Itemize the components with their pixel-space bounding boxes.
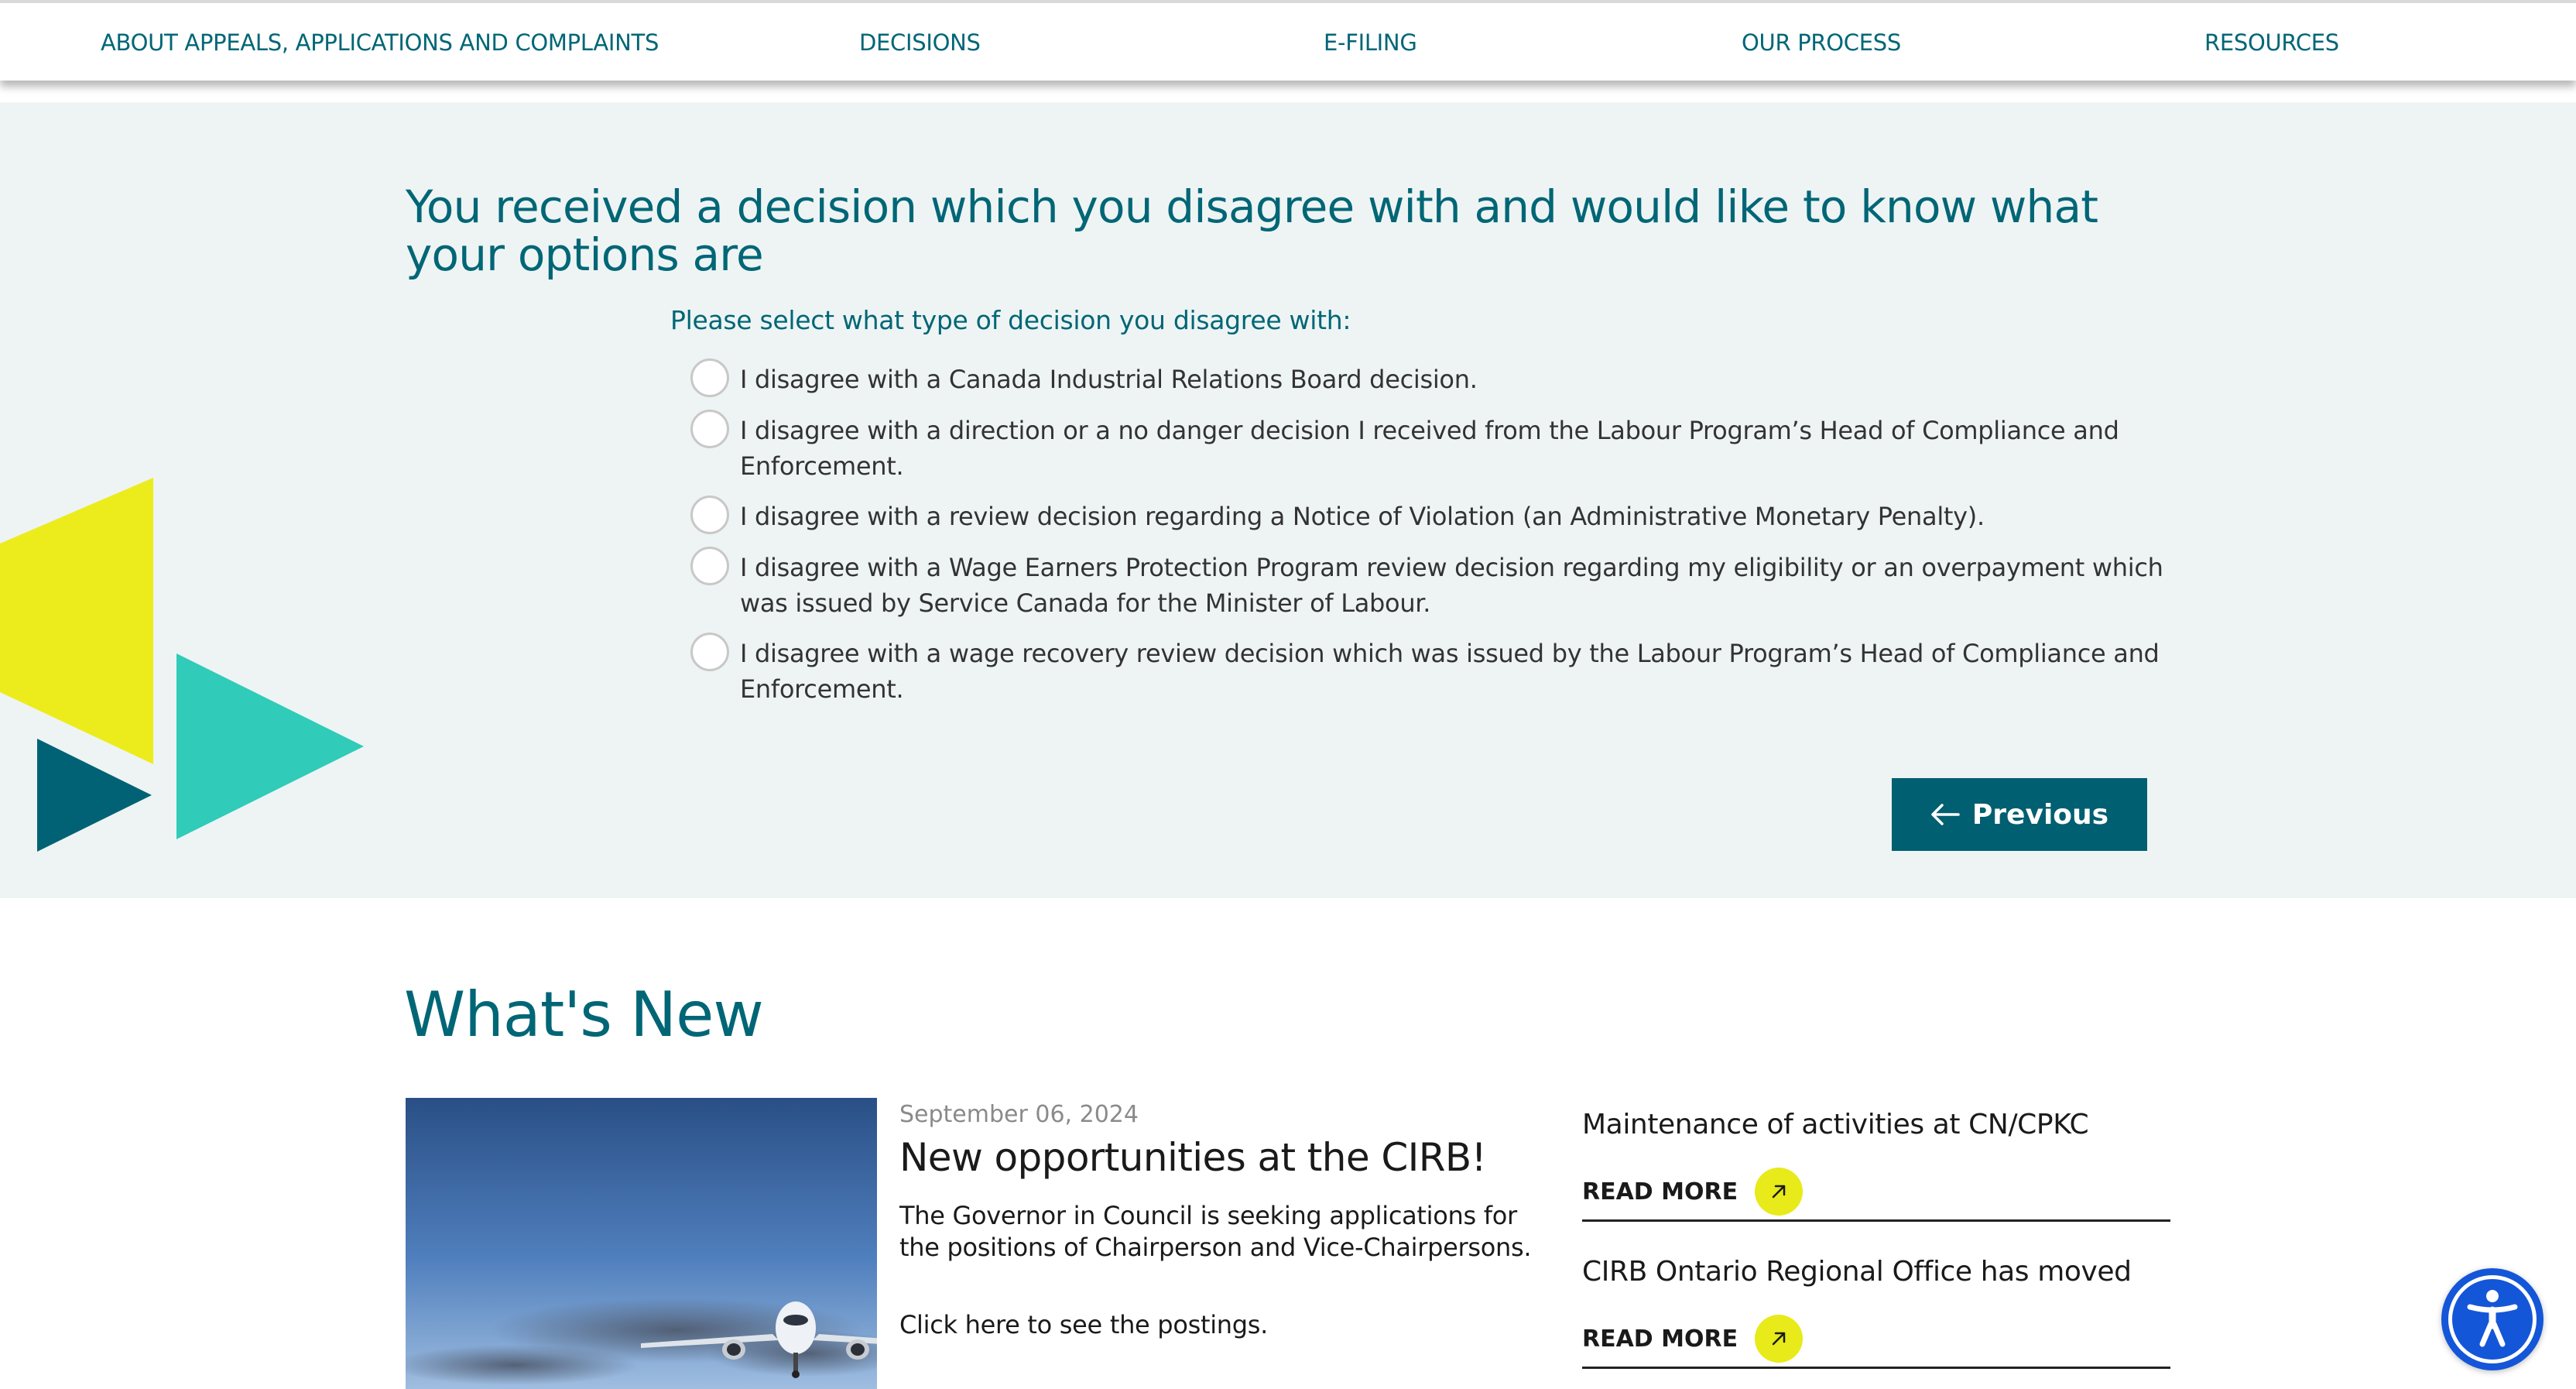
option-label[interactable]: I disagree with a Canada Industrial Rela… xyxy=(740,362,2164,397)
nav-item-resources[interactable]: RESOURCES xyxy=(2204,29,2339,56)
option-label[interactable]: I disagree with a review decision regard… xyxy=(740,499,2164,534)
nav-item-decisions[interactable]: DECISIONS xyxy=(859,29,981,56)
radio-button[interactable] xyxy=(690,547,729,585)
option-label[interactable]: I disagree with a wage recovery review d… xyxy=(740,636,2164,707)
nav-item-our-process[interactable]: OUR PROCESS xyxy=(1742,29,1901,56)
arrow-left-icon xyxy=(1931,804,1960,825)
side-news-item: Maintenance of activities at CN/CPKC REA… xyxy=(1582,1109,2170,1222)
yellow-triangle-shape xyxy=(0,478,153,764)
decorative-triangles xyxy=(0,478,364,852)
airplane-photo xyxy=(406,1098,877,1389)
radio-button[interactable] xyxy=(690,496,729,534)
radio-button[interactable] xyxy=(690,358,729,397)
aqua-triangle-shape xyxy=(176,653,364,839)
radio-button[interactable] xyxy=(690,633,729,671)
decision-question-section: You received a decision which you disagr… xyxy=(0,102,2576,898)
question-subtitle: Please select what type of decision you … xyxy=(670,305,1351,335)
previous-button-label: Previous xyxy=(1971,798,2109,831)
arrow-up-right-icon xyxy=(1755,1315,1804,1363)
accessibility-button[interactable] xyxy=(2441,1268,2543,1370)
arrow-up-right-icon xyxy=(1755,1168,1804,1216)
news-date: September 06, 2024 xyxy=(899,1101,1139,1128)
accessibility-person-icon xyxy=(2448,1275,2537,1363)
teal-triangle-shape xyxy=(37,739,152,852)
question-title: You received a decision which you disagr… xyxy=(406,180,2098,281)
news-summary: The Governor in Council is seeking appli… xyxy=(899,1201,1532,1262)
read-more-link[interactable]: READ MORE xyxy=(1582,1168,1804,1216)
postings-link[interactable]: Click here to see the postings. xyxy=(899,1310,1268,1339)
whats-new-heading: What's New xyxy=(404,979,764,1051)
read-more-link[interactable]: READ MORE xyxy=(1582,1315,1804,1363)
side-news-item: CIRB Ontario Regional Office has moved R… xyxy=(1582,1256,2170,1369)
news-headline[interactable]: New opportunities at the CIRB! xyxy=(899,1135,1487,1180)
side-news-title[interactable]: CIRB Ontario Regional Office has moved xyxy=(1582,1256,2132,1288)
option-label[interactable]: I disagree with a direction or a no dang… xyxy=(740,413,2164,484)
read-more-label: READ MORE xyxy=(1582,1178,1738,1206)
nav-item-about[interactable]: ABOUT APPEALS, APPLICATIONS AND COMPLAIN… xyxy=(101,29,659,56)
radio-button[interactable] xyxy=(690,410,729,448)
option-label[interactable]: I disagree with a Wage Earners Protectio… xyxy=(740,550,2164,621)
side-news-title[interactable]: Maintenance of activities at CN/CPKC xyxy=(1582,1109,2089,1140)
nav-item-e-filing[interactable]: E-FILING xyxy=(1324,29,1417,56)
previous-button[interactable]: Previous xyxy=(1892,778,2147,851)
read-more-label: READ MORE xyxy=(1582,1325,1738,1353)
featured-news-image[interactable] xyxy=(406,1098,877,1389)
main-navigation: ABOUT APPEALS, APPLICATIONS AND COMPLAIN… xyxy=(0,0,2576,81)
